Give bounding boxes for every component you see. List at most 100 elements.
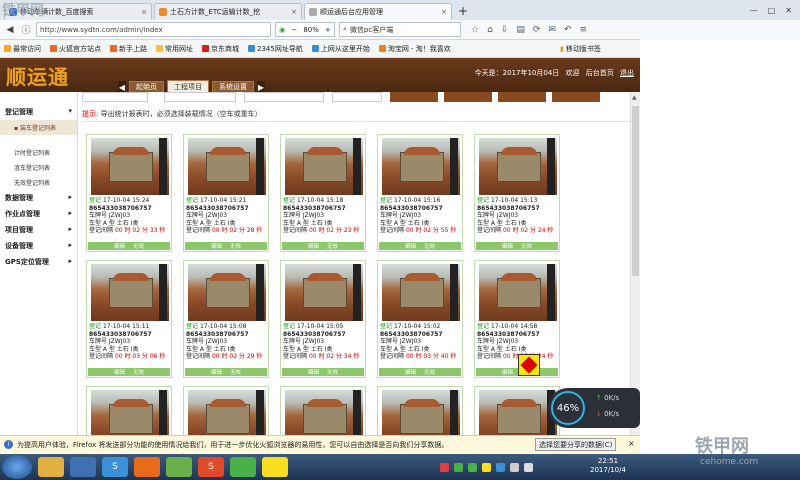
- volume-icon[interactable]: [524, 462, 533, 472]
- chat-icon[interactable]: ✉: [548, 25, 556, 35]
- scroll-up-icon[interactable]: ▲: [632, 94, 637, 101]
- export-button[interactable]: [444, 92, 492, 102]
- taskbar-clock[interactable]: 22:51 2017/10/4: [590, 457, 626, 475]
- record-card[interactable]: 登记 17-10-04 15:18 865433038706757 车牌号 JZWJ…: [280, 134, 366, 252]
- sidebar-group-gps[interactable]: GPS定位管理 ▸: [0, 254, 77, 270]
- close-tab-icon[interactable]: ×: [441, 8, 447, 16]
- record-card[interactable]: 登记 17-10-04 15:08 865433038706757 车牌号 JZWJ…: [183, 260, 269, 378]
- search-button[interactable]: [390, 92, 438, 102]
- tray-icon[interactable]: [454, 462, 463, 472]
- record-card[interactable]: 登记 17-10-04 14:58 865433038706757 车牌号 JZWJ…: [474, 260, 560, 378]
- truck-photo[interactable]: [479, 264, 557, 321]
- share-data-button[interactable]: 选择您要分享的数据(C): [535, 438, 617, 451]
- filter-input[interactable]: [82, 92, 148, 102]
- edit-button[interactable]: 编辑: [308, 368, 319, 376]
- tray-icon[interactable]: [440, 462, 449, 472]
- record-card[interactable]: 登记 17-10-04 15:21 865433038706757 车牌号 JZWJ…: [183, 134, 269, 252]
- edit-button[interactable]: 编辑: [114, 368, 125, 376]
- header-link-welcome[interactable]: 欢迎: [566, 69, 580, 77]
- header-link-home[interactable]: 后台首页: [586, 69, 614, 77]
- media-player-icon[interactable]: [70, 457, 96, 477]
- sidebar-item-loading-list[interactable]: ▪ 装车登记列表: [0, 120, 77, 135]
- mobile-bookmarks[interactable]: ▮ 移动版书签: [560, 40, 640, 58]
- truck-photo[interactable]: [285, 264, 363, 321]
- browser-tab-1[interactable]: 土石方计数_ETC运输计数_挖 ×: [154, 3, 302, 20]
- url-bar[interactable]: http://www.sydtn.com/admin/index: [36, 22, 271, 37]
- reader-icon[interactable]: ▤: [516, 25, 525, 35]
- start-button[interactable]: [2, 455, 32, 479]
- tray-icon[interactable]: [482, 462, 491, 472]
- bookmark-item[interactable]: 淘宝网 - 淘！我喜欢: [378, 44, 451, 54]
- sidebar-item-dregs-list[interactable]: 渣车登记列表: [0, 160, 77, 175]
- menu-icon[interactable]: ≡: [580, 25, 588, 35]
- truck-photo[interactable]: [479, 138, 557, 195]
- speed-widget[interactable]: 46% ↑ 0K/s ↓ 0K/s: [548, 388, 640, 428]
- maximize-icon[interactable]: □: [768, 6, 776, 15]
- invalidate-button[interactable]: 无效: [424, 242, 435, 250]
- edit-button[interactable]: 编辑: [114, 242, 125, 250]
- tray-icon[interactable]: [496, 462, 505, 472]
- edit-button[interactable]: 编辑: [308, 242, 319, 250]
- close-notice-icon[interactable]: ×: [628, 439, 635, 448]
- bookmark-item[interactable]: 2345网址导航: [248, 44, 303, 54]
- bookmark-item[interactable]: 最常访问: [4, 44, 41, 54]
- truck-photo[interactable]: [382, 264, 460, 321]
- app-shortcut-icon[interactable]: [518, 354, 540, 376]
- edit-button[interactable]: 编辑: [502, 368, 513, 376]
- record-card[interactable]: 登记 17-10-04 15:02 865433038706757 车牌号 JZWJ…: [377, 260, 463, 378]
- sidebar-group-registration[interactable]: 登记管理 ▾: [0, 104, 77, 120]
- scrollbar-thumb[interactable]: [632, 106, 639, 276]
- minimize-icon[interactable]: —: [750, 6, 758, 15]
- record-card[interactable]: 登记 17-10-04 15:24 865433038706757 车牌号 JZWJ…: [86, 134, 172, 252]
- date-end-input[interactable]: [244, 92, 324, 102]
- truck-photo[interactable]: [91, 138, 169, 195]
- invalidate-button[interactable]: 无效: [230, 368, 241, 376]
- firefox-icon[interactable]: [134, 457, 160, 477]
- undo-icon[interactable]: ↶: [564, 25, 572, 35]
- invalidate-button[interactable]: 无效: [133, 242, 144, 250]
- invalidate-button[interactable]: 无效: [521, 242, 532, 250]
- wechat-icon[interactable]: [230, 457, 256, 477]
- browser-tab-2[interactable]: 顺运通后台应用管理 ×: [304, 3, 452, 20]
- sogou-icon[interactable]: S: [102, 457, 128, 477]
- truck-photo[interactable]: [188, 138, 266, 195]
- bookmark-item[interactable]: 上网从这里开始: [311, 44, 370, 54]
- truck-photo[interactable]: [382, 138, 460, 195]
- truck-photo[interactable]: [188, 264, 266, 321]
- sohu-icon[interactable]: S: [198, 457, 224, 477]
- header-link-logout[interactable]: 退出: [620, 69, 634, 77]
- info-icon[interactable]: ⓘ: [20, 23, 32, 36]
- sidebar-group-worksite[interactable]: 作业点管理 ▸: [0, 206, 77, 222]
- sidebar-item-timing-list[interactable]: 计时登记列表: [0, 145, 77, 160]
- truck-photo[interactable]: [285, 138, 363, 195]
- explorer-icon[interactable]: [38, 457, 64, 477]
- edit-button[interactable]: 编辑: [405, 368, 416, 376]
- new-tab-button[interactable]: +: [458, 4, 468, 18]
- search-box[interactable]: ⌕ 微信pc客户端: [339, 22, 461, 37]
- record-card[interactable]: 登记 17-10-04 15:13 865433038706757 车牌号 JZWJ…: [474, 134, 560, 252]
- sidebar-group-data[interactable]: 数据管理 ▸: [0, 190, 77, 206]
- close-tab-icon[interactable]: ×: [291, 8, 297, 16]
- edit-button[interactable]: 编辑: [405, 242, 416, 250]
- edit-button[interactable]: 编辑: [502, 242, 513, 250]
- tray-icon[interactable]: [468, 462, 477, 472]
- download-icon[interactable]: ⇩: [501, 25, 509, 35]
- shortcut-icon[interactable]: [262, 457, 288, 477]
- sidebar-group-device[interactable]: 设备管理 ▸: [0, 238, 77, 254]
- close-tab-icon[interactable]: ×: [141, 8, 147, 16]
- invalidate-button[interactable]: 无效: [133, 368, 144, 376]
- tray-icon[interactable]: [510, 462, 519, 472]
- bookmark-item[interactable]: 京东商城: [202, 44, 239, 54]
- bookmark-item[interactable]: 新手上路: [110, 44, 147, 54]
- sidebar-item-invalid-list[interactable]: 无效登记列表: [0, 175, 77, 190]
- invalidate-button[interactable]: 无效: [327, 242, 338, 250]
- zoom-control[interactable]: ◉ −80% +: [275, 22, 335, 37]
- bookmark-item[interactable]: 火狐官方站点: [50, 44, 101, 54]
- bookmark-item[interactable]: 常用网址: [156, 44, 193, 54]
- star-icon[interactable]: ☆: [471, 25, 479, 35]
- home-icon[interactable]: ⌂: [487, 25, 493, 35]
- truck-photo[interactable]: [91, 264, 169, 321]
- zoom-minus-icon[interactable]: −: [291, 26, 297, 34]
- app-2144-icon[interactable]: [166, 457, 192, 477]
- sidebar-group-project[interactable]: 项目管理 ▸: [0, 222, 77, 238]
